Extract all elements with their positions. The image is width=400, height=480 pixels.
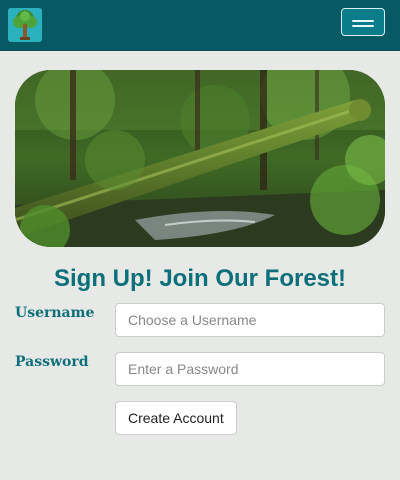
menu-toggle-button[interactable] (341, 8, 385, 36)
page-title: Sign Up! Join Our Forest! (54, 265, 346, 292)
tree-icon[interactable] (8, 8, 42, 42)
forest-log-stream-image (15, 70, 385, 247)
hamburger-menu-icon (352, 20, 374, 22)
forest-hero-image (15, 70, 385, 247)
password-input[interactable] (115, 352, 385, 386)
username-label: Username (15, 305, 95, 321)
create-account-button[interactable]: Create Account (115, 401, 237, 435)
username-input[interactable] (115, 303, 385, 337)
hamburger-bar (352, 25, 374, 27)
top-navbar (0, 0, 400, 51)
password-label: Password (15, 354, 89, 370)
